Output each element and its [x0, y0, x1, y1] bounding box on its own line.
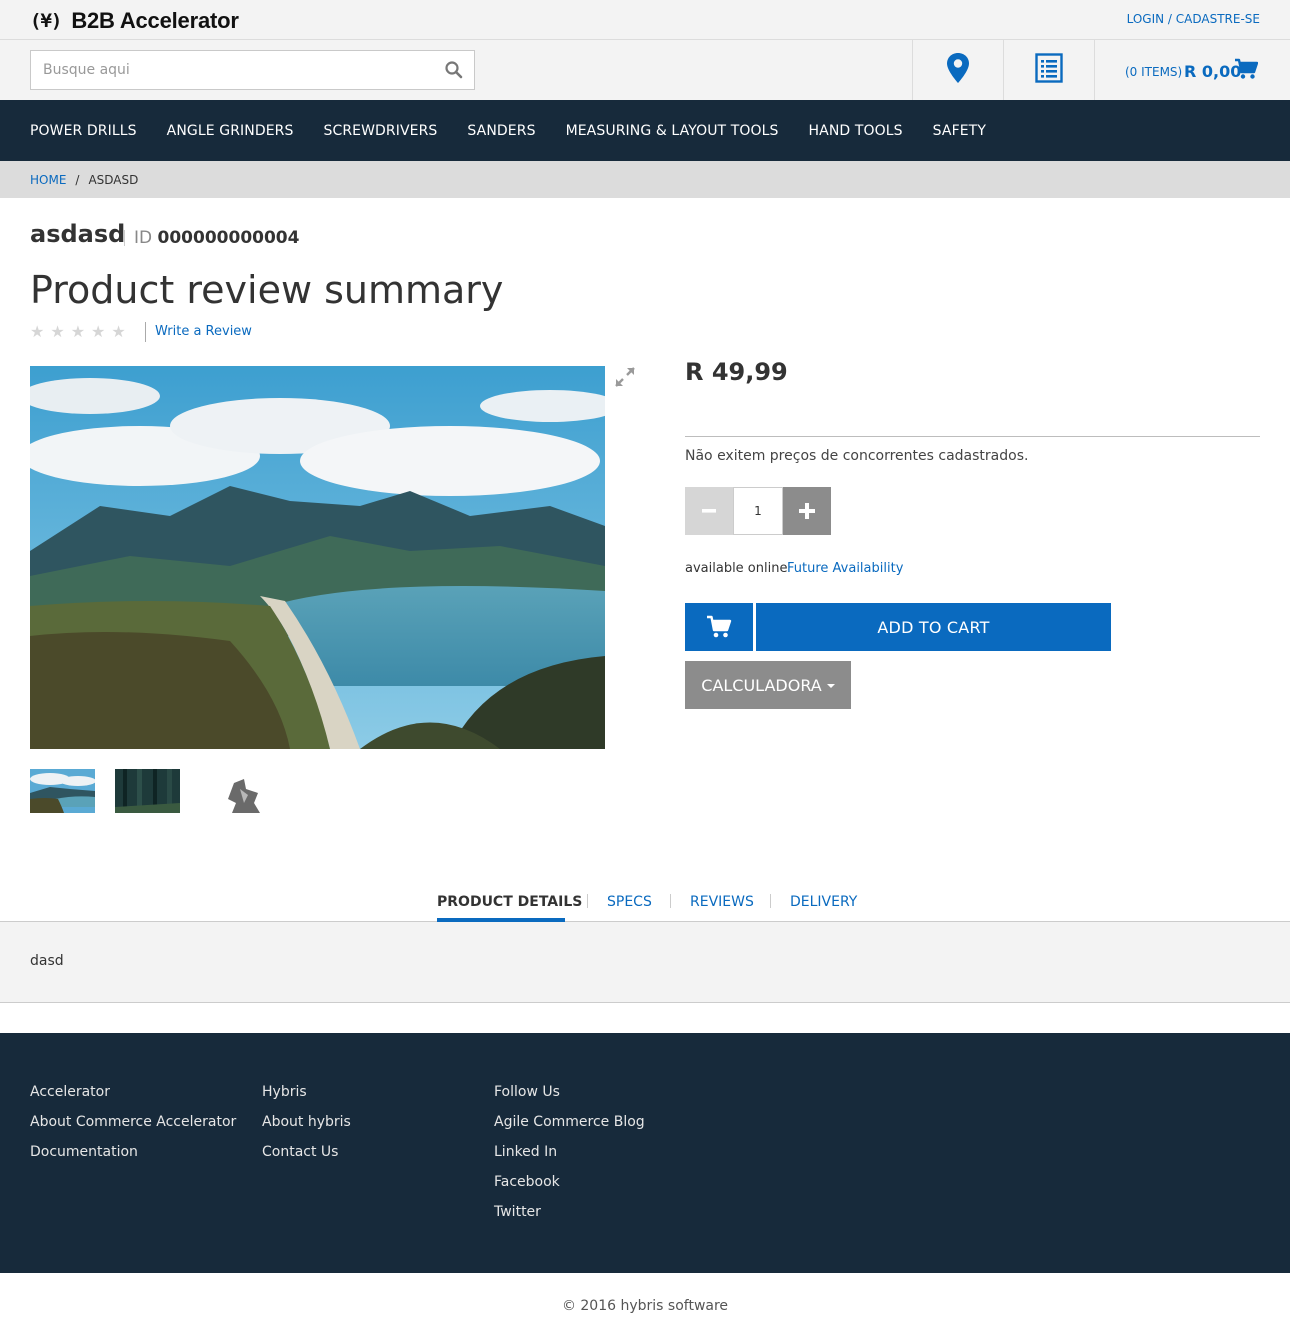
- star-icon: ★: [91, 322, 106, 341]
- tab-specs[interactable]: SPECS: [607, 894, 652, 910]
- list-icon: [1035, 53, 1063, 87]
- product-id: ID 000000000004: [134, 228, 299, 248]
- cart-item-count: (0 ITEMS): [1125, 65, 1183, 79]
- breadcrumb-current: ASDASD: [88, 172, 139, 187]
- footer-heading: Accelerator: [30, 1084, 110, 1100]
- quantity-increase-button[interactable]: [783, 487, 831, 535]
- footer-link[interactable]: Agile Commerce Blog: [494, 1114, 645, 1144]
- logo-mark: (¥): [30, 10, 62, 32]
- rating-stars: ★ ★ ★ ★ ★: [30, 322, 126, 341]
- cart-icon: [1234, 58, 1259, 84]
- footer-link[interactable]: Documentation: [30, 1144, 236, 1174]
- search-input[interactable]: [31, 51, 431, 89]
- nav-item-measuring-layout-tools[interactable]: MEASURING & LAYOUT TOOLS: [566, 123, 779, 139]
- tab-delivery[interactable]: DELIVERY: [790, 894, 857, 910]
- search-row: (0 ITEMS) R 0,00: [0, 40, 1290, 100]
- nav-item-sanders[interactable]: SANDERS: [467, 123, 535, 139]
- mini-cart[interactable]: (0 ITEMS) R 0,00: [1094, 40, 1290, 100]
- availability-status: available online: [685, 561, 788, 576]
- footer-link[interactable]: Contact Us: [262, 1144, 351, 1174]
- tab-content-product-details: dasd: [0, 922, 1290, 1003]
- breadcrumb-home[interactable]: HOME: [30, 173, 66, 187]
- product-id-label: ID: [134, 228, 153, 248]
- tab-divider: [670, 894, 671, 908]
- competitor-prices-text: Não exitem preços de concorrentes cadast…: [685, 448, 1029, 464]
- search-icon[interactable]: [444, 60, 464, 80]
- nav-item-power-drills[interactable]: POWER DRILLS: [30, 123, 137, 139]
- review-summary-title: Product review summary: [30, 268, 504, 312]
- star-icon: ★: [50, 322, 65, 341]
- footer-heading: Hybris: [262, 1084, 307, 1100]
- breadcrumb-separator: /: [75, 172, 80, 187]
- future-availability-link[interactable]: Future Availability: [787, 561, 903, 576]
- add-to-cart-button[interactable]: ADD TO CART: [756, 603, 1111, 651]
- product-price: R 49,99: [685, 358, 788, 386]
- tab-product-details[interactable]: PRODUCT DETAILS: [437, 894, 582, 910]
- login-register-link[interactable]: LOGIN / CADASTRE-SE: [1127, 12, 1260, 26]
- calculator-label: CALCULADORA: [701, 675, 822, 695]
- price-divider: [685, 436, 1260, 437]
- product-thumbnail[interactable]: [115, 769, 180, 813]
- caret-down-icon: [826, 684, 835, 688]
- footer-link[interactable]: About hybris: [262, 1114, 351, 1144]
- footer-heading: Follow Us: [494, 1084, 560, 1100]
- cart-total: R 0,00: [1184, 62, 1242, 81]
- site-logo[interactable]: (¥) B2B Accelerator: [30, 8, 239, 34]
- tab-divider: [770, 894, 771, 908]
- calculator-dropdown-button[interactable]: CALCULADORA: [685, 661, 851, 709]
- copyright-text: © 2016 hybris software: [561, 1298, 729, 1314]
- tab-divider: [587, 894, 588, 908]
- product-main-image[interactable]: [30, 366, 605, 749]
- nav-item-screwdrivers[interactable]: SCREWDRIVERS: [323, 123, 437, 139]
- store-locator-button[interactable]: [912, 40, 1003, 100]
- quick-order-button[interactable]: [1003, 40, 1094, 100]
- category-nav: POWER DRILLS ANGLE GRINDERS SCREWDRIVERS…: [0, 100, 1290, 161]
- expand-icon[interactable]: [614, 366, 636, 392]
- rating-divider: [145, 322, 146, 342]
- product-thumbnail[interactable]: [30, 769, 95, 813]
- nav-item-angle-grinders[interactable]: ANGLE GRINDERS: [167, 123, 294, 139]
- quantity-decrease-button[interactable]: [685, 487, 733, 535]
- plus-icon: [799, 503, 815, 519]
- tab-reviews[interactable]: REVIEWS: [690, 894, 754, 910]
- cart-icon: [707, 615, 732, 638]
- product-tabs: PRODUCT DETAILS SPECS REVIEWS DELIVERY: [0, 886, 1290, 922]
- footer-column-hybris: Hybris About hybris Contact Us: [262, 1084, 351, 1174]
- nav-item-hand-tools[interactable]: HAND TOOLS: [809, 123, 903, 139]
- footer-column-follow-us: Follow Us Agile Commerce Blog Linked In …: [494, 1084, 645, 1234]
- write-review-link[interactable]: Write a Review: [155, 324, 252, 339]
- product-id-value: 000000000004: [157, 228, 300, 248]
- product-thumbnail[interactable]: [200, 769, 265, 813]
- footer: Accelerator About Commerce Accelerator D…: [0, 1033, 1290, 1273]
- star-icon: ★: [30, 322, 45, 341]
- top-bar: (¥) B2B Accelerator LOGIN / CADASTRE-SE: [0, 0, 1290, 40]
- footer-link[interactable]: Twitter: [494, 1204, 645, 1234]
- quantity-input[interactable]: [733, 487, 783, 535]
- minus-icon: [702, 509, 716, 513]
- search-box: [30, 50, 475, 90]
- footer-link[interactable]: Facebook: [494, 1174, 645, 1204]
- footer-link[interactable]: About Commerce Accelerator: [30, 1114, 236, 1144]
- product-name: asdasd: [30, 220, 126, 248]
- star-icon: ★: [111, 322, 126, 341]
- map-marker-icon: [946, 52, 970, 88]
- star-icon: ★: [70, 322, 86, 341]
- quantity-stepper: [685, 487, 831, 535]
- add-to-cart-icon-button[interactable]: [685, 603, 753, 651]
- footer-link[interactable]: Linked In: [494, 1144, 645, 1174]
- nav-item-safety[interactable]: SAFETY: [933, 123, 986, 139]
- product-id-divider: [124, 230, 125, 246]
- product-details-text: dasd: [30, 953, 64, 969]
- footer-column-accelerator: Accelerator About Commerce Accelerator D…: [30, 1084, 236, 1174]
- logo-text: B2B Accelerator: [71, 8, 239, 33]
- breadcrumb: HOME / ASDASD: [0, 161, 1290, 198]
